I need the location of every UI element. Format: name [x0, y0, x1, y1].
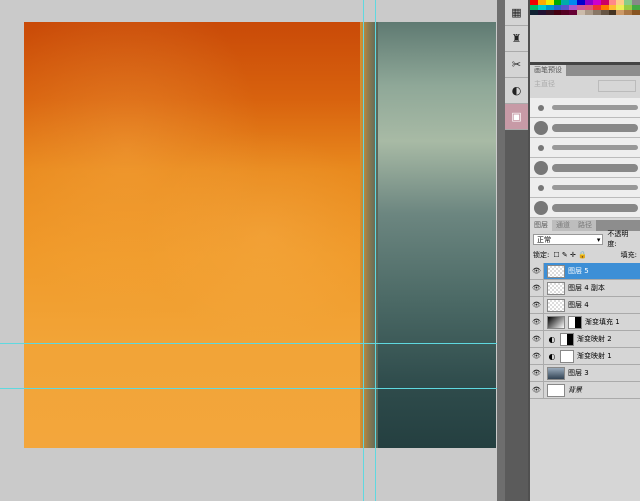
visibility-eye-icon[interactable]: 👁 — [530, 314, 544, 330]
guide-horizontal[interactable] — [0, 343, 497, 344]
brush-preset[interactable] — [530, 158, 640, 178]
lock-label: 锁定: — [533, 251, 550, 259]
layer-row[interactable]: 👁 图层 4 副本 — [530, 280, 640, 297]
layer-name: 图层 3 — [568, 369, 589, 377]
tool-presets-icon[interactable]: ✂ — [505, 52, 528, 78]
swatch[interactable] — [569, 10, 578, 15]
swatch[interactable] — [537, 10, 546, 15]
brush-tip-icon — [538, 184, 544, 191]
layer-thumbnail[interactable] — [547, 315, 565, 329]
layer-row[interactable]: 👁 图层 4 — [530, 297, 640, 314]
layer-row[interactable]: 👁 图层 3 — [530, 365, 640, 382]
teal-cloud-region — [374, 22, 496, 448]
swatch[interactable] — [608, 10, 617, 15]
layer-name: 渐变映射 2 — [577, 335, 612, 343]
layer-row[interactable]: 👁 ◐ 渐变映射 2 — [530, 331, 640, 348]
layer-thumbnail[interactable] — [547, 264, 565, 278]
brush-stroke-preview — [552, 145, 638, 150]
brush-presets-panel: 画笔预设 主直径 — [530, 62, 640, 218]
layer-name: 图层 4 — [568, 301, 589, 309]
visibility-eye-icon[interactable]: 👁 — [530, 263, 544, 279]
layer-name: 渐变映射 1 — [577, 352, 612, 360]
brush-stroke-preview — [552, 185, 638, 190]
visibility-eye-icon[interactable]: 👁 — [530, 280, 544, 296]
brush-preset[interactable] — [530, 118, 640, 138]
visibility-eye-icon[interactable]: 👁 — [530, 365, 544, 381]
layer-row[interactable]: 👁 图层 5 — [530, 263, 640, 280]
layer-mask-thumbnail[interactable] — [560, 349, 574, 363]
swatch[interactable] — [632, 10, 640, 15]
layer-row[interactable]: 👁 背景 — [530, 382, 640, 399]
visibility-eye-icon[interactable]: 👁 — [530, 382, 544, 398]
tab-layers-1[interactable]: 通道 — [552, 220, 574, 231]
masks-icon[interactable]: ▣ — [505, 104, 528, 130]
fill-label: 填充: — [620, 251, 637, 259]
swatches-panel[interactable] — [530, 0, 640, 16]
blend-mode-select[interactable]: 正常 — [533, 233, 604, 245]
swatch[interactable] — [545, 10, 554, 15]
adjustment-icon: ◐ — [548, 334, 556, 344]
canvas-area[interactable] — [0, 0, 497, 501]
right-panels: 画笔预设 主直径 图层通道路径 正常 不透明度: 锁定: ☐ ✎ ✛ 🔒 填充:… — [528, 0, 640, 501]
brush-tip-icon — [534, 200, 548, 215]
adjustment-icon: ◐ — [548, 351, 556, 361]
clone-source-icon[interactable]: ♜ — [505, 26, 528, 52]
adjustments-icon[interactable]: ◐ — [505, 78, 528, 104]
swatches-icon[interactable]: ▦ — [505, 0, 528, 26]
brush-stroke-preview — [552, 123, 638, 132]
brush-tip-icon — [538, 104, 544, 111]
swatch[interactable] — [553, 10, 562, 15]
guide-vertical[interactable] — [375, 0, 376, 501]
swatch[interactable] — [585, 10, 593, 15]
layer-row[interactable]: 👁 ◐ 渐变映射 1 — [530, 348, 640, 365]
layer-row[interactable]: 👁 渐变填充 1 — [530, 314, 640, 331]
swatch[interactable] — [616, 10, 625, 15]
swatch[interactable] — [624, 10, 633, 15]
visibility-eye-icon[interactable]: 👁 — [530, 348, 544, 364]
layer-thumbnail[interactable] — [547, 383, 565, 397]
swatch[interactable] — [530, 10, 538, 15]
guide-horizontal[interactable] — [0, 388, 497, 389]
lock-icons[interactable]: ☐ ✎ ✛ 🔒 — [553, 251, 586, 259]
tab-layers-2[interactable]: 路径 — [574, 220, 596, 231]
layer-thumbnail[interactable] — [547, 298, 565, 312]
layers-panel: 图层通道路径 正常 不透明度: 锁定: ☐ ✎ ✛ 🔒 填充: 👁 图层 5 👁 图层… — [530, 220, 640, 501]
layer-name: 渐变填充 1 — [585, 318, 620, 326]
orange-sky-region — [24, 22, 366, 448]
brush-preset[interactable] — [530, 178, 640, 198]
opacity-label: 不透明度: — [607, 230, 629, 248]
tab-layers-0[interactable]: 图层 — [530, 220, 552, 231]
layer-mask-thumbnail[interactable] — [560, 332, 574, 346]
layer-list: 👁 图层 5 👁 图层 4 副本 👁 图层 4 👁 渐变填充 1 👁 ◐ 渐变映射 2 👁 ◐ 渐变映射 … — [530, 263, 640, 399]
brush-preset[interactable] — [530, 198, 640, 218]
layer-thumbnail[interactable] — [547, 366, 565, 380]
brush-tip-icon — [538, 144, 544, 151]
brush-preset[interactable] — [530, 138, 640, 158]
visibility-eye-icon[interactable]: 👁 — [530, 297, 544, 313]
panel-divider[interactable] — [497, 0, 505, 501]
brush-stroke-preview — [552, 163, 638, 172]
swatch[interactable] — [592, 10, 601, 15]
brush-preset[interactable] — [530, 98, 640, 118]
layer-name: 背景 — [568, 386, 582, 394]
brush-tip-icon — [534, 120, 548, 135]
layer-mask-thumbnail[interactable] — [568, 315, 582, 329]
brush-stroke-preview — [552, 105, 638, 110]
brush-tip-icon — [534, 160, 548, 175]
panel-dock-toolbar: ▦ ♜ ✂ ◐ ▣ — [505, 0, 528, 501]
master-diameter-label: 主直径 — [530, 76, 640, 98]
guide-vertical[interactable] — [363, 0, 364, 501]
layer-name: 图层 5 — [568, 267, 589, 275]
layer-name: 图层 4 副本 — [568, 284, 605, 292]
tab-brush-presets[interactable]: 画笔预设 — [530, 65, 566, 76]
swatch[interactable] — [600, 10, 609, 15]
layer-thumbnail[interactable] — [547, 281, 565, 295]
brush-stroke-preview — [552, 203, 638, 212]
visibility-eye-icon[interactable]: 👁 — [530, 331, 544, 347]
document-image[interactable] — [24, 22, 496, 448]
swatch[interactable] — [577, 10, 585, 15]
swatch[interactable] — [561, 10, 570, 15]
